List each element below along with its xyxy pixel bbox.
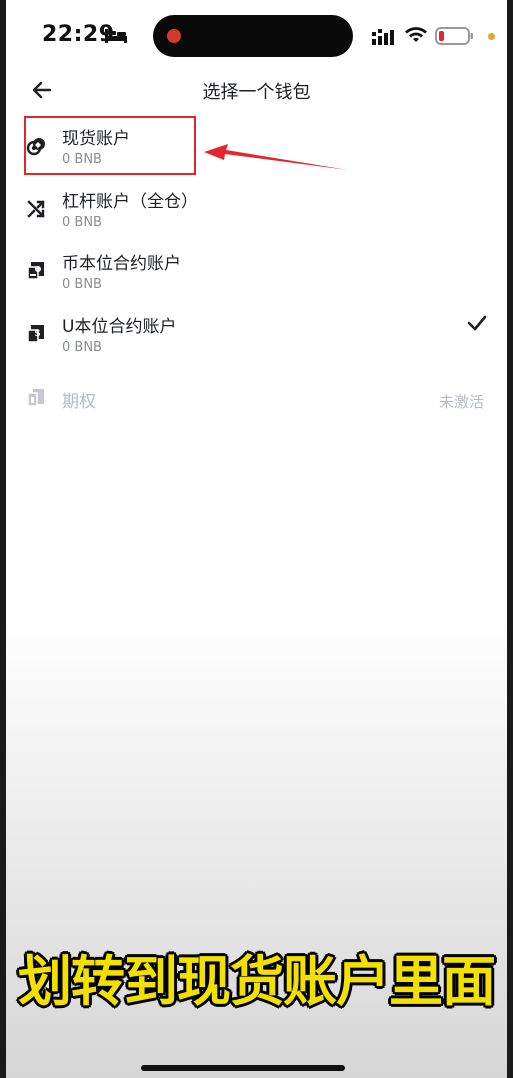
privacy-indicator-icon <box>488 33 495 40</box>
signal-icon <box>372 29 394 45</box>
wallet-name: 币本位合约账户 <box>62 254 181 274</box>
status-bar: 22:29 <box>6 0 507 72</box>
wallet-balance: 0 BNB <box>62 277 102 292</box>
wallet-item-options: 期权 未激活 <box>6 369 507 429</box>
usd-futures-icon: $ <box>27 325 44 343</box>
wallet-status-badge: 未激活 <box>438 393 484 411</box>
page-title: 选择一个钱包 <box>202 82 311 103</box>
checkmark-icon <box>467 315 487 331</box>
options-icon <box>27 389 44 407</box>
coin-futures-icon <box>27 262 44 280</box>
wallet-item-coin-futures[interactable]: 币本位合约账户 0 BNB <box>6 239 507 299</box>
wallet-name: 期权 <box>62 392 96 412</box>
recording-indicator-icon <box>167 29 181 43</box>
video-caption: 划转到现货账户里面 <box>18 950 496 1013</box>
bed-icon <box>105 29 127 43</box>
wallet-name: 杠杆账户（全仓） <box>62 192 198 212</box>
home-indicator[interactable] <box>141 1065 345 1071</box>
wallet-balance: 0 BNB <box>62 215 102 230</box>
wifi-icon <box>405 27 427 42</box>
svg-text:$: $ <box>34 329 40 339</box>
wallet-balance: 0 BNB <box>62 340 102 355</box>
wallet-item-margin[interactable]: 杠杆账户（全仓） 0 BNB <box>6 177 507 237</box>
battery-icon <box>435 27 473 45</box>
phone-screen: 22:29 选择一个钱包 现货账户 0 BNB 杠杆账户（全仓） 0 BNB 币… <box>6 0 507 1078</box>
header: 选择一个钱包 <box>6 72 507 108</box>
margin-icon <box>27 200 45 218</box>
annotation-highlight-box <box>24 116 196 175</box>
dynamic-island <box>153 15 353 57</box>
annotation-arrow-icon <box>204 144 348 170</box>
wallet-name: U本位合约账户 <box>62 317 177 337</box>
wallet-item-usd-futures[interactable]: $ U本位合约账户 0 BNB <box>6 302 507 362</box>
